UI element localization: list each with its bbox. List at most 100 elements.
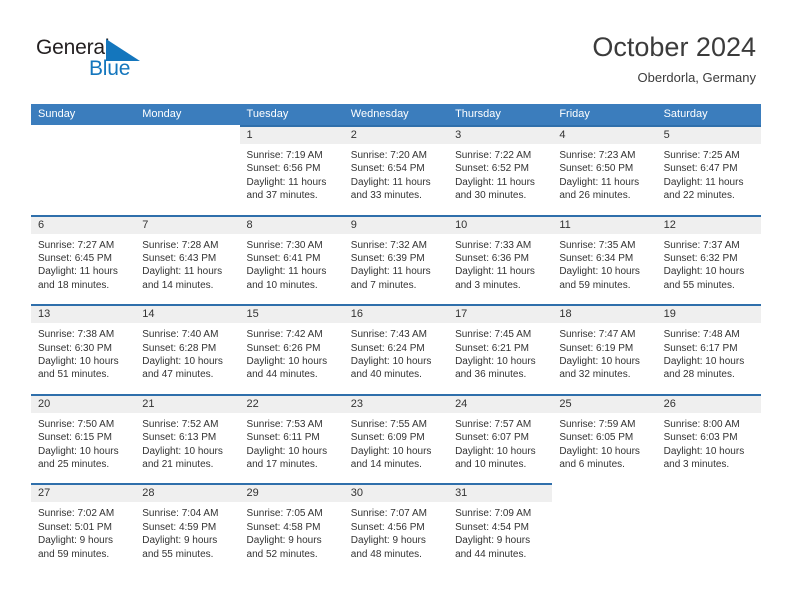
calendar-day-cell[interactable]: 9 Sunrise: 7:32 AM Sunset: 6:39 PM Daylight… — [343, 214, 449, 305]
daylight-text-line2: and 3 minutes. — [455, 279, 521, 291]
calendar-day-cell[interactable]: 15 Sunrise: 7:42 AM Sunset: 6:26 PM Dayligh… — [239, 304, 344, 394]
calendar-day-cell[interactable]: 11 Sunrise: 7:35 AM Sunset: 6:34 PM Dayligh… — [552, 214, 657, 305]
sunset-text: Sunset: 6:26 PM — [246, 342, 321, 354]
day-number: 16 — [343, 306, 449, 324]
day-number: 11 — [552, 216, 657, 234]
flag-triangle-icon — [106, 39, 144, 63]
day-details: Sunrise: 7:37 AM Sunset: 6:32 PM Daylight:… — [657, 234, 761, 293]
calendar-day-cell[interactable]: 5 Sunrise: 7:25 AM Sunset: 6:47 PM Daylight… — [656, 125, 761, 215]
calendar-day-cell-empty — [31, 125, 135, 215]
calendar-day-cell[interactable]: 12 Sunrise: 7:37 AM Sunset: 6:32 PM Dayligh… — [656, 214, 761, 305]
daylight-text-line2: and 14 minutes. — [142, 279, 214, 291]
calendar-day-cell[interactable]: 30 Sunrise: 7:07 AM Sunset: 4:56 PM Dayligh… — [343, 483, 449, 573]
daylight-text-line2: and 47 minutes. — [142, 369, 214, 381]
day-details: Sunrise: 7:02 AM Sunset: 5:01 PM Daylight:… — [31, 502, 135, 561]
day-number: 5 — [656, 127, 761, 144]
calendar-week-row: 1 Sunrise: 7:19 AM Sunset: 6:56 PM Daylight… — [31, 125, 761, 215]
sunset-text: Sunset: 6:03 PM — [663, 432, 738, 444]
day-number: 25 — [552, 395, 657, 413]
sunrise-text: Sunrise: 7:05 AM — [246, 508, 323, 520]
calendar-day-cell[interactable]: 24 Sunrise: 7:57 AM Sunset: 6:07 PM Dayligh… — [448, 393, 553, 484]
day-details: Sunrise: 7:27 AM Sunset: 6:45 PM Daylight:… — [31, 234, 135, 293]
calendar-day-cell[interactable]: 31 Sunrise: 7:09 AM Sunset: 4:54 PM Dayligh… — [448, 483, 553, 573]
calendar-day-cell[interactable]: 17 Sunrise: 7:45 AM Sunset: 6:21 PM Dayligh… — [448, 304, 553, 394]
calendar-day-cell-empty — [552, 483, 656, 573]
sunset-text: Sunset: 6:09 PM — [350, 432, 425, 444]
sunset-text: Sunset: 6:30 PM — [38, 342, 112, 354]
sunrise-text: Sunrise: 7:43 AM — [350, 329, 427, 341]
sunset-text: Sunset: 4:58 PM — [246, 521, 321, 533]
calendar-day-cell[interactable]: 19 Sunrise: 7:48 AM Sunset: 6:17 PM Dayligh… — [656, 304, 761, 394]
calendar-day-cell[interactable]: 28 Sunrise: 7:04 AM Sunset: 4:59 PM Dayligh… — [135, 483, 240, 573]
daylight-text-line1: Daylight: 10 hours — [559, 445, 640, 457]
calendar-day-cell[interactable]: 1 Sunrise: 7:19 AM Sunset: 6:56 PM Daylight… — [239, 125, 344, 215]
day-details: Sunrise: 7:23 AM Sunset: 6:50 PM Daylight:… — [552, 144, 656, 203]
sunrise-text: Sunrise: 7:35 AM — [559, 239, 636, 251]
sunrise-text: Sunrise: 7:33 AM — [455, 239, 532, 251]
daylight-text-line1: Daylight: 10 hours — [663, 445, 745, 457]
daylight-text-line2: and 7 minutes. — [350, 279, 417, 291]
day-number: 8 — [239, 216, 344, 234]
calendar-day-cell[interactable]: 6 Sunrise: 7:27 AM Sunset: 6:45 PM Daylight… — [31, 214, 136, 305]
calendar-day-cell[interactable]: 4 Sunrise: 7:23 AM Sunset: 6:50 PM Daylight… — [552, 125, 657, 215]
daylight-text-line2: and 40 minutes. — [350, 369, 422, 381]
day-details: Sunrise: 7:25 AM Sunset: 6:47 PM Daylight:… — [657, 144, 761, 203]
day-details: Sunrise: 7:04 AM Sunset: 4:59 PM Daylight:… — [135, 502, 239, 561]
day-details: Sunrise: 7:40 AM Sunset: 6:28 PM Daylight:… — [135, 323, 239, 382]
daylight-text-line2: and 55 minutes. — [142, 548, 214, 560]
sunset-text: Sunset: 6:52 PM — [455, 163, 529, 175]
sunset-text: Sunset: 6:05 PM — [559, 432, 634, 444]
sunset-text: Sunset: 6:34 PM — [559, 253, 634, 264]
calendar-day-cell[interactable]: 2 Sunrise: 7:20 AM Sunset: 6:54 PM Daylight… — [343, 125, 449, 215]
daylight-text-line1: Daylight: 10 hours — [455, 356, 536, 367]
daylight-text-line1: Daylight: 9 hours — [142, 535, 218, 547]
calendar-day-cell[interactable]: 16 Sunrise: 7:43 AM Sunset: 6:24 PM Dayligh… — [343, 304, 449, 394]
calendar-day-cell[interactable]: 22 Sunrise: 7:53 AM Sunset: 6:11 PM Dayligh… — [239, 393, 344, 484]
sunset-text: Sunset: 6:56 PM — [246, 163, 321, 175]
calendar-day-cell[interactable]: 8 Sunrise: 7:30 AM Sunset: 6:41 PM Daylight… — [239, 214, 344, 305]
daylight-text-line1: Daylight: 11 hours — [663, 176, 744, 188]
calendar-day-cell-empty — [135, 125, 239, 215]
generalblue-logo[interactable]: General Blue — [36, 36, 166, 84]
calendar-day-cell[interactable]: 25 Sunrise: 7:59 AM Sunset: 6:05 PM Dayligh… — [552, 393, 657, 484]
day-number: 7 — [135, 216, 240, 234]
calendar-day-cell[interactable]: 7 Sunrise: 7:28 AM Sunset: 6:43 PM Daylight… — [135, 214, 240, 305]
day-details: Sunrise: 7:19 AM Sunset: 6:56 PM Daylight:… — [240, 144, 344, 203]
sunrise-text: Sunrise: 7:55 AM — [350, 418, 427, 430]
page-title: October 2024 — [592, 32, 756, 62]
day-details: Sunrise: 8:00 AM Sunset: 6:03 PM Daylight:… — [657, 413, 761, 472]
calendar-day-cell[interactable]: 18 Sunrise: 7:47 AM Sunset: 6:19 PM Dayligh… — [552, 304, 657, 394]
day-number: 12 — [656, 216, 761, 234]
sunrise-text: Sunrise: 7:50 AM — [38, 418, 115, 430]
calendar-day-cell[interactable]: 23 Sunrise: 7:55 AM Sunset: 6:09 PM Dayligh… — [343, 393, 449, 484]
day-details: Sunrise: 7:22 AM Sunset: 6:52 PM Daylight:… — [448, 144, 552, 203]
sunset-text: Sunset: 6:28 PM — [142, 342, 217, 354]
daylight-text-line1: Daylight: 9 hours — [350, 535, 426, 547]
calendar-day-cell[interactable]: 29 Sunrise: 7:05 AM Sunset: 4:58 PM Dayligh… — [239, 483, 344, 573]
calendar-day-cell[interactable]: 3 Sunrise: 7:22 AM Sunset: 6:52 PM Daylight… — [448, 125, 553, 215]
sunrise-text: Sunrise: 7:07 AM — [350, 508, 427, 520]
calendar-week-row: 20 Sunrise: 7:50 AM Sunset: 6:15 PM Dayligh… — [31, 393, 761, 484]
calendar-day-cell[interactable]: 10 Sunrise: 7:33 AM Sunset: 6:36 PM Dayligh… — [448, 214, 553, 305]
daylight-text-line2: and 32 minutes. — [559, 369, 631, 381]
calendar-day-cell[interactable]: 27 Sunrise: 7:02 AM Sunset: 5:01 PM Dayligh… — [31, 483, 136, 573]
calendar-day-cell[interactable]: 21 Sunrise: 7:52 AM Sunset: 6:13 PM Dayligh… — [135, 393, 240, 484]
calendar-day-cell[interactable]: 20 Sunrise: 7:50 AM Sunset: 6:15 PM Dayligh… — [31, 393, 136, 484]
sunset-text: Sunset: 4:56 PM — [350, 521, 425, 533]
sunset-text: Sunset: 6:11 PM — [246, 432, 320, 444]
day-number: 17 — [448, 306, 553, 324]
page-subtitle: Oberdorla, Germany — [637, 70, 757, 85]
daylight-text-line2: and 22 minutes. — [663, 190, 735, 202]
sunrise-text: Sunrise: 7:28 AM — [142, 239, 219, 251]
daylight-text-line1: Daylight: 10 hours — [559, 266, 640, 278]
calendar-day-cell[interactable]: 13 Sunrise: 7:38 AM Sunset: 6:30 PM Dayligh… — [31, 304, 136, 394]
daylight-text-line2: and 44 minutes. — [246, 369, 318, 381]
daylight-text-line1: Daylight: 11 hours — [455, 176, 535, 188]
calendar-day-cell[interactable]: 14 Sunrise: 7:40 AM Sunset: 6:28 PM Dayligh… — [135, 304, 240, 394]
daylight-text-line2: and 17 minutes. — [246, 459, 318, 470]
daylight-text-line2: and 6 minutes. — [559, 459, 625, 470]
day-number: 26 — [656, 395, 761, 413]
calendar-day-cell[interactable]: 26 Sunrise: 8:00 AM Sunset: 6:03 PM Dayligh… — [656, 393, 761, 484]
calendar-grid: Sunday Monday Tuesday Wednesday Thursday… — [31, 104, 761, 573]
sunset-text: Sunset: 5:01 PM — [38, 521, 112, 533]
